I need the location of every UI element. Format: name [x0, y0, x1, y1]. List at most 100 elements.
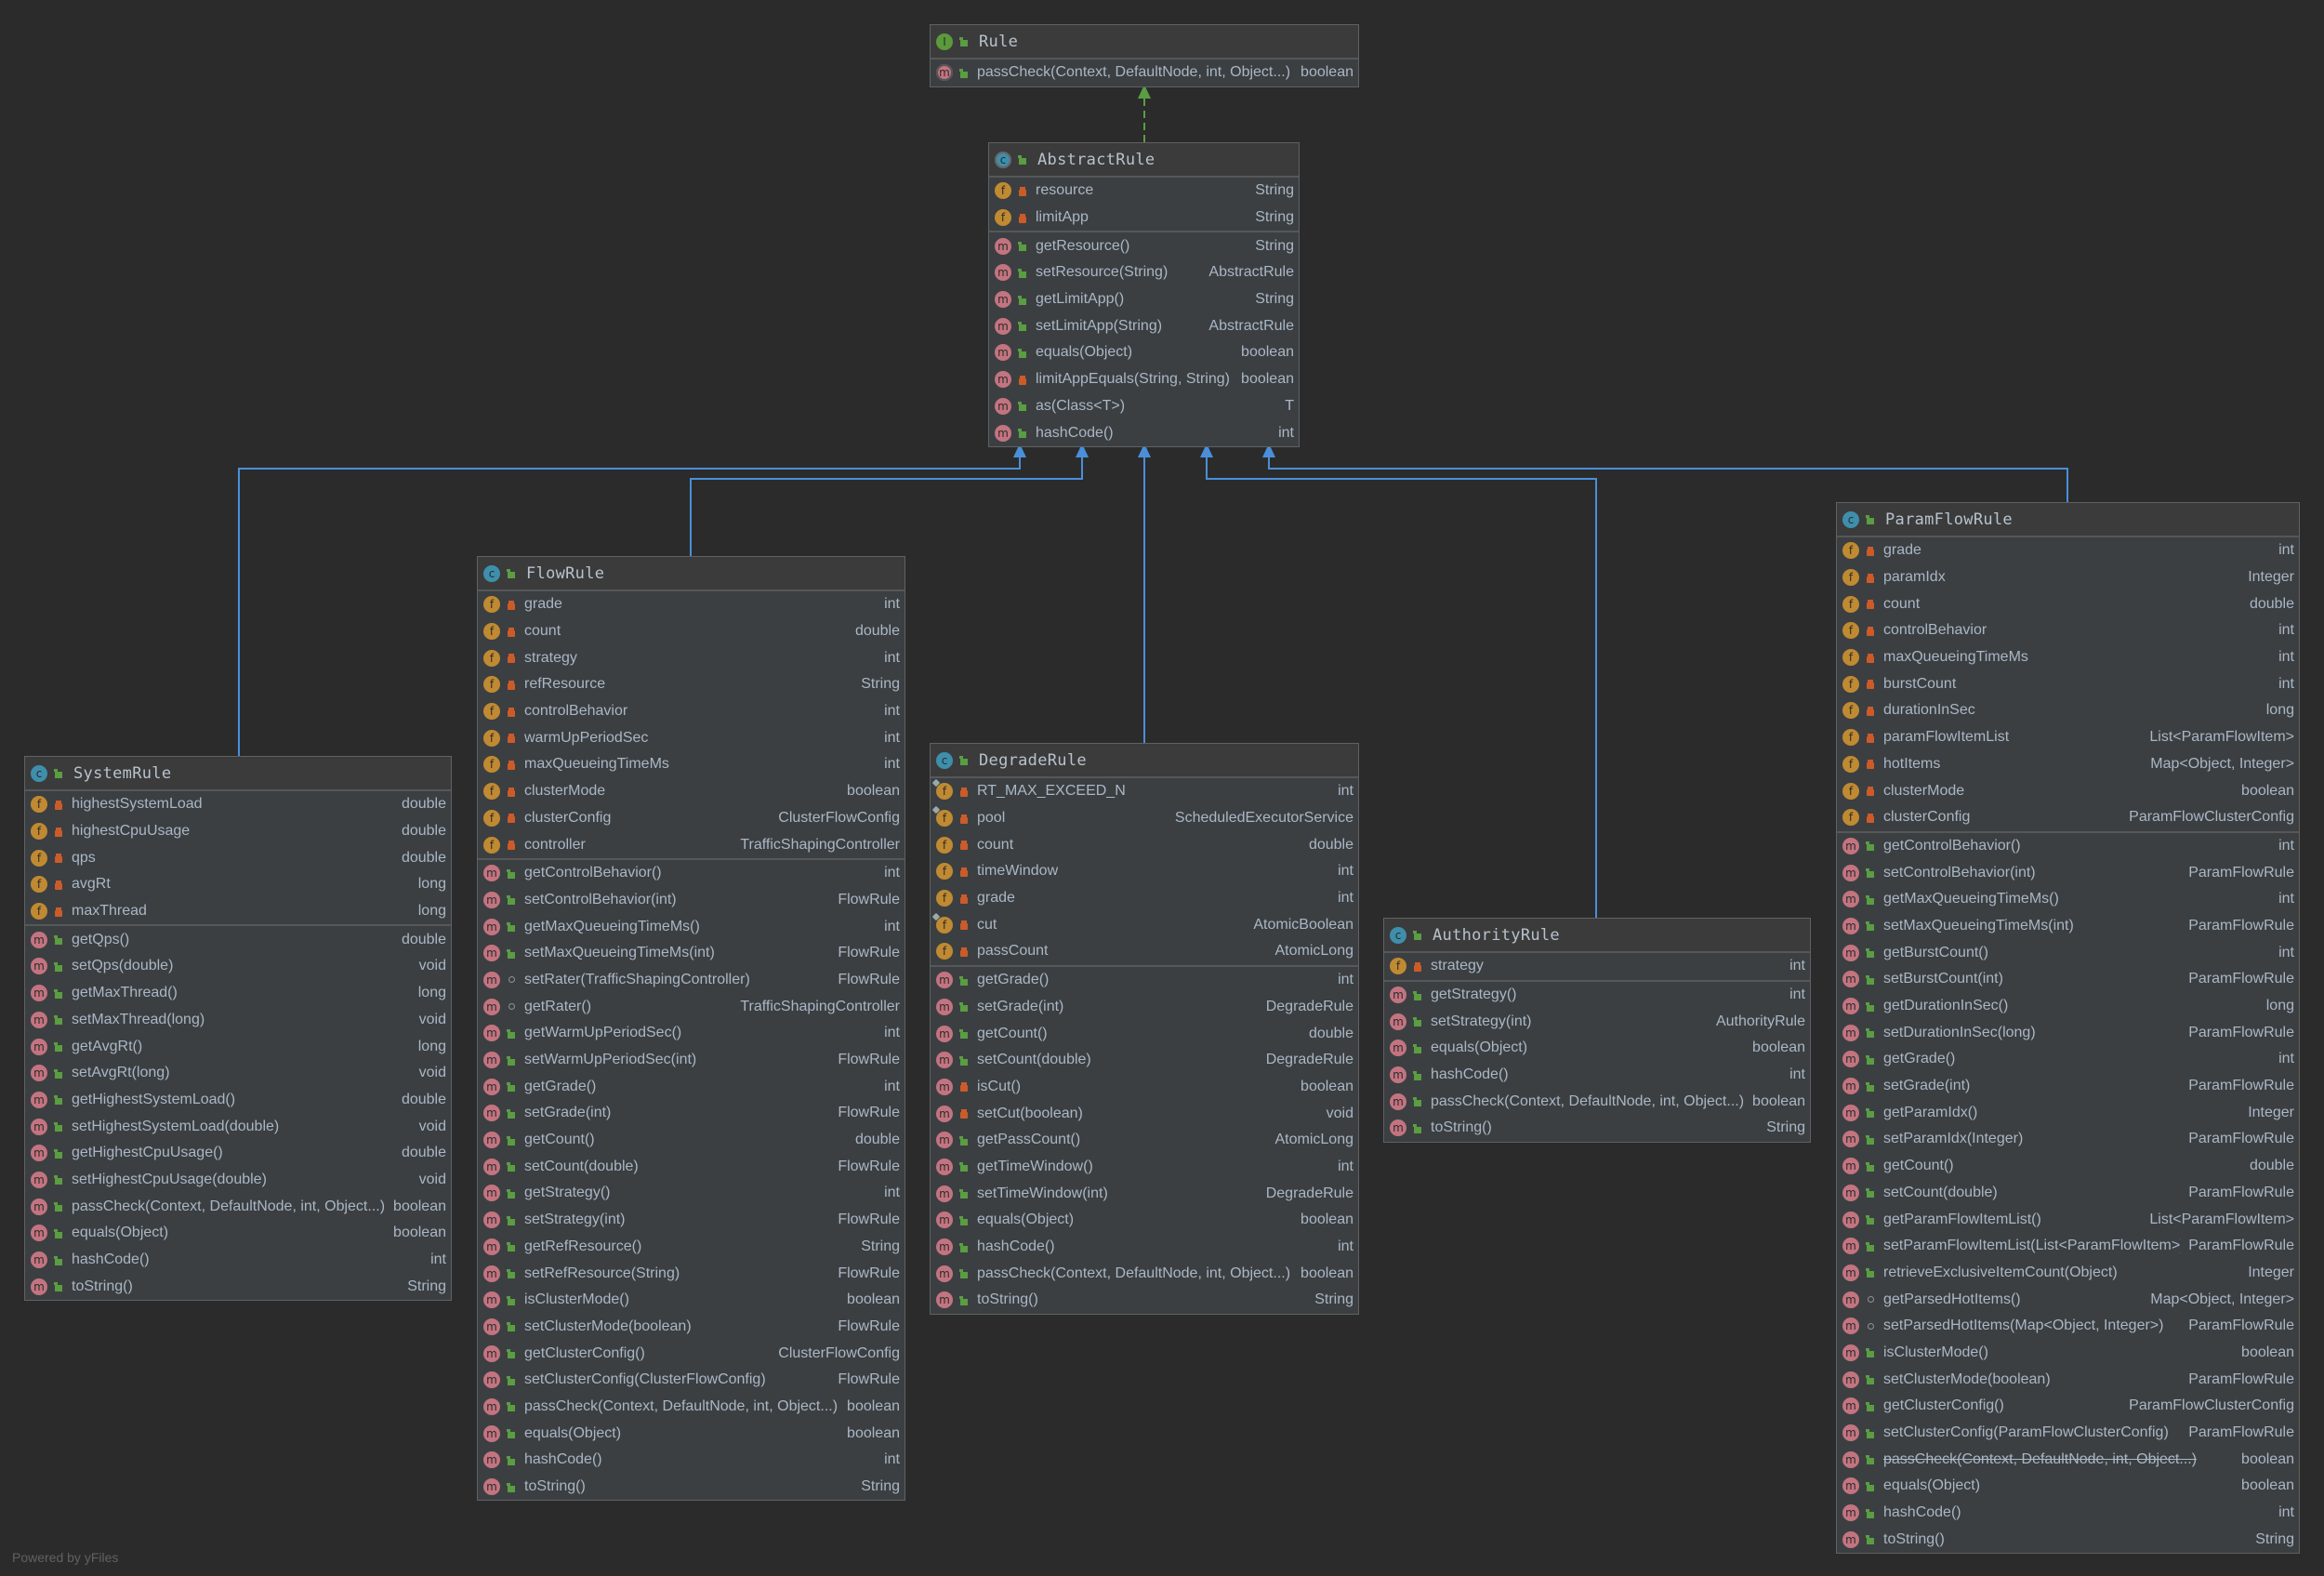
method-row[interactable]: m getHighestSystemLoad() double: [25, 1087, 451, 1114]
method-row[interactable]: m hashCode() int: [1384, 1062, 1810, 1089]
field-row[interactable]: f controlBehavior int: [478, 698, 905, 725]
method-row[interactable]: m toString() String: [931, 1287, 1358, 1314]
method-row[interactable]: m setGrade(int) ParamFlowRule: [1837, 1073, 2299, 1100]
field-row[interactable]: f warmUpPeriodSec int: [478, 724, 905, 751]
method-row[interactable]: m setParamIdx(Integer) ParamFlowRule: [1837, 1126, 2299, 1153]
field-row[interactable]: f count double: [478, 618, 905, 645]
method-row[interactable]: m toString() String: [1384, 1115, 1810, 1142]
method-row[interactable]: m setControlBehavior(int) FlowRule: [478, 887, 905, 914]
method-row[interactable]: m setClusterConfig(ClusterFlowConfig) Flow…: [478, 1367, 905, 1394]
method-row[interactable]: m setHighestSystemLoad(double) void: [25, 1113, 451, 1140]
method-row[interactable]: m getParamIdx() Integer: [1837, 1099, 2299, 1126]
method-row[interactable]: m as(Class<T>) T: [989, 393, 1299, 420]
method-row[interactable]: m equals(Object) boolean: [989, 339, 1299, 366]
method-row[interactable]: m setBurstCount(int) ParamFlowRule: [1837, 966, 2299, 993]
method-row[interactable]: m setCount(double) ParamFlowRule: [1837, 1180, 2299, 1207]
class-header[interactable]: c SystemRule: [25, 757, 451, 791]
field-row[interactable]: f clusterConfig ClusterFlowConfig: [478, 805, 905, 832]
method-row[interactable]: m getClusterConfig() ClusterFlowConfig: [478, 1340, 905, 1367]
class-header[interactable]: c DegradeRule: [931, 744, 1358, 778]
field-row[interactable]: f controlBehavior int: [1837, 617, 2299, 644]
field-row[interactable]: f maxQueueingTimeMs int: [1837, 644, 2299, 671]
method-row[interactable]: m setMaxThread(long) void: [25, 1007, 451, 1034]
method-row[interactable]: m isClusterMode() boolean: [478, 1287, 905, 1314]
method-row[interactable]: m equals(Object) boolean: [931, 1207, 1358, 1234]
method-row[interactable]: m getStrategy() int: [478, 1180, 905, 1207]
field-row[interactable]: f avgRt long: [25, 871, 451, 898]
method-row[interactable]: m setParsedHotItems(Map<Object, Integer>)…: [1837, 1313, 2299, 1340]
method-row[interactable]: m getRater() TrafficShapingController: [478, 993, 905, 1020]
method-row[interactable]: m passCheck(Context, DefaultNode, int, Ob…: [931, 1260, 1358, 1287]
method-row[interactable]: m isCut() boolean: [931, 1074, 1358, 1101]
field-row[interactable]: f paramIdx Integer: [1837, 564, 2299, 591]
method-row[interactable]: m setStrategy(int) AuthorityRule: [1384, 1008, 1810, 1035]
method-row[interactable]: m toString() String: [1837, 1526, 2299, 1553]
method-row[interactable]: m getQps() double: [25, 926, 451, 953]
method-row[interactable]: m passCheck(Context, DefaultNode, int, Ob…: [931, 60, 1358, 86]
class-header[interactable]: c FlowRule: [478, 557, 905, 591]
method-row[interactable]: m setQps(double) void: [25, 953, 451, 980]
method-row[interactable]: m getControlBehavior() int: [1837, 833, 2299, 860]
method-row[interactable]: m getCount() double: [931, 1020, 1358, 1047]
class-box-systemrule[interactable]: c SystemRule f highestSystemLoad double f high…: [24, 756, 452, 1302]
method-row[interactable]: m getMaxQueueingTimeMs() int: [1837, 886, 2299, 913]
method-row[interactable]: m equals(Object) boolean: [25, 1220, 451, 1247]
field-row[interactable]: f highestSystemLoad double: [25, 791, 451, 818]
field-row[interactable]: f grade int: [931, 885, 1358, 912]
method-row[interactable]: m equals(Object) boolean: [1384, 1035, 1810, 1062]
method-row[interactable]: m setMaxQueueingTimeMs(int) ParamFlowRule: [1837, 913, 2299, 940]
method-row[interactable]: m setClusterMode(boolean) FlowRule: [478, 1314, 905, 1341]
method-row[interactable]: m getGrade() int: [931, 967, 1358, 994]
method-row[interactable]: m hashCode() int: [478, 1447, 905, 1474]
field-row[interactable]: f passCount AtomicLong: [931, 938, 1358, 965]
method-row[interactable]: m setTimeWindow(int) DegradeRule: [931, 1180, 1358, 1207]
method-row[interactable]: m toString() String: [25, 1273, 451, 1300]
field-row[interactable]: f timeWindow int: [931, 858, 1358, 885]
method-row[interactable]: m setHighestCpuUsage(double) void: [25, 1167, 451, 1194]
method-row[interactable]: m setRefResource(String) FlowRule: [478, 1260, 905, 1287]
method-row[interactable]: m getTimeWindow() int: [931, 1154, 1358, 1181]
method-row[interactable]: m retrieveExclusiveItemCount(Object) Integ…: [1837, 1260, 2299, 1287]
method-row[interactable]: m getMaxQueueingTimeMs() int: [478, 913, 905, 940]
method-row[interactable]: m limitAppEquals(String, String) boolean: [989, 366, 1299, 393]
method-row[interactable]: m getCount() double: [478, 1127, 905, 1154]
method-row[interactable]: m hashCode() int: [931, 1234, 1358, 1261]
class-box-abstractrule[interactable]: c AbstractRule f resource String f limitApp Str…: [988, 142, 1300, 447]
method-row[interactable]: m getDurationInSec() long: [1837, 993, 2299, 1020]
class-header[interactable]: c AuthorityRule: [1384, 919, 1810, 953]
method-row[interactable]: m getResource() String: [989, 232, 1299, 259]
class-header[interactable]: c AbstractRule: [989, 143, 1299, 178]
method-row[interactable]: m getGrade() int: [478, 1073, 905, 1100]
method-row[interactable]: m passCheck(Context, DefaultNode, int, Ob…: [1837, 1446, 2299, 1473]
method-row[interactable]: m getMaxThread() long: [25, 980, 451, 1007]
field-row[interactable]: f count double: [1837, 590, 2299, 617]
method-row[interactable]: m setAvgRt(long) void: [25, 1060, 451, 1087]
field-row[interactable]: f qps double: [25, 844, 451, 871]
field-row[interactable]: f highestCpuUsage double: [25, 818, 451, 845]
method-row[interactable]: m hashCode() int: [1837, 1500, 2299, 1527]
method-row[interactable]: m getAvgRt() long: [25, 1033, 451, 1060]
method-row[interactable]: m getParamFlowItemList() List<ParamFlowIte…: [1837, 1206, 2299, 1233]
method-row[interactable]: m getHighestCpuUsage() double: [25, 1140, 451, 1167]
field-row[interactable]: f clusterMode boolean: [478, 778, 905, 805]
method-row[interactable]: m setClusterConfig(ParamFlowClusterConfig…: [1837, 1420, 2299, 1447]
method-row[interactable]: m setControlBehavior(int) ParamFlowRule: [1837, 859, 2299, 886]
field-row[interactable]: f clusterMode boolean: [1837, 777, 2299, 804]
method-row[interactable]: m setClusterMode(boolean) ParamFlowRule: [1837, 1366, 2299, 1393]
field-row[interactable]: f strategy int: [478, 644, 905, 671]
field-row[interactable]: f clusterConfig ParamFlowClusterConfig: [1837, 804, 2299, 831]
method-row[interactable]: m getControlBehavior() int: [478, 860, 905, 887]
method-row[interactable]: m getBurstCount() int: [1837, 939, 2299, 966]
method-row[interactable]: m setMaxQueueingTimeMs(int) FlowRule: [478, 940, 905, 967]
field-row[interactable]: f RT_MAX_EXCEED_N int: [931, 778, 1358, 805]
method-row[interactable]: m passCheck(Context, DefaultNode, int, Ob…: [478, 1394, 905, 1421]
field-row[interactable]: f controller TrafficShapingController: [478, 831, 905, 858]
class-box-degraderule[interactable]: c DegradeRule f RT_MAX_EXCEED_N int f pool Sche…: [930, 743, 1359, 1315]
method-row[interactable]: m toString() String: [478, 1474, 905, 1501]
method-row[interactable]: m hashCode() int: [25, 1247, 451, 1274]
method-row[interactable]: m hashCode() int: [989, 419, 1299, 446]
method-row[interactable]: m setCount(double) DegradeRule: [931, 1047, 1358, 1074]
field-row[interactable]: f grade int: [478, 591, 905, 618]
field-row[interactable]: f strategy int: [1384, 953, 1810, 980]
method-row[interactable]: m getLimitApp() String: [989, 286, 1299, 313]
